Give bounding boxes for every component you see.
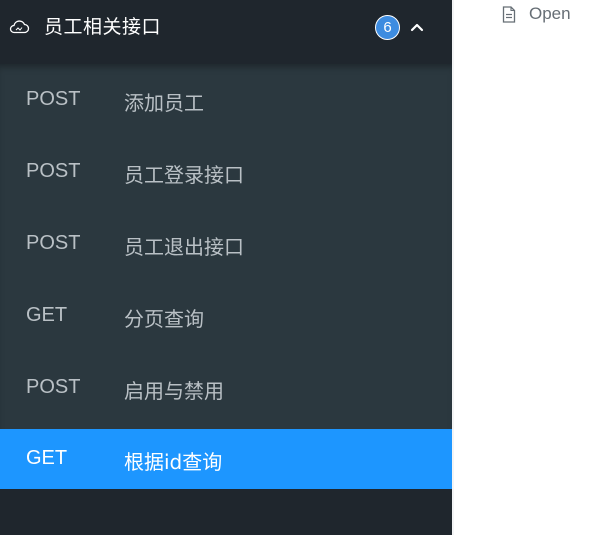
- api-item-query-by-id[interactable]: GET 根据id查询: [0, 429, 452, 489]
- cloud-icon: [9, 20, 30, 34]
- api-item-page-query[interactable]: GET 分页查询: [0, 280, 452, 352]
- api-item-label: 根据id查询: [124, 450, 223, 474]
- sidebar: 员工相关接口 6 POST 添加员工 POST 员工登录接口 POST 员工退出…: [0, 0, 452, 535]
- http-method: POST: [26, 88, 81, 110]
- http-method: GET: [26, 447, 68, 469]
- api-item-label: 员工退出接口: [124, 235, 244, 259]
- api-item-list: POST 添加员工 POST 员工登录接口 POST 员工退出接口 GET 分页…: [0, 64, 452, 429]
- api-item-label: 启用与禁用: [124, 379, 224, 403]
- api-item-label: 添加员工: [124, 91, 204, 115]
- http-method: POST: [26, 232, 81, 254]
- http-method: GET: [26, 304, 68, 326]
- api-group-title: 员工相关接口: [44, 16, 162, 38]
- document-icon: [502, 5, 516, 23]
- open-link-label: Open: [529, 4, 571, 23]
- panel-divider: [452, 0, 454, 535]
- chevron-up-icon[interactable]: [410, 21, 424, 33]
- http-method: POST: [26, 376, 81, 398]
- open-link[interactable]: Open: [502, 4, 571, 24]
- http-method: POST: [26, 160, 81, 182]
- api-item-enable-disable[interactable]: POST 启用与禁用: [0, 352, 452, 424]
- api-item-add-employee[interactable]: POST 添加员工: [0, 64, 452, 136]
- api-item-employee-logout[interactable]: POST 员工退出接口: [0, 208, 452, 280]
- api-group-header[interactable]: 员工相关接口 6: [0, 0, 452, 64]
- api-item-label: 员工登录接口: [124, 163, 244, 187]
- api-item-label: 分页查询: [124, 307, 204, 331]
- api-count-badge: 6: [375, 15, 400, 40]
- api-item-employee-login[interactable]: POST 员工登录接口: [0, 136, 452, 208]
